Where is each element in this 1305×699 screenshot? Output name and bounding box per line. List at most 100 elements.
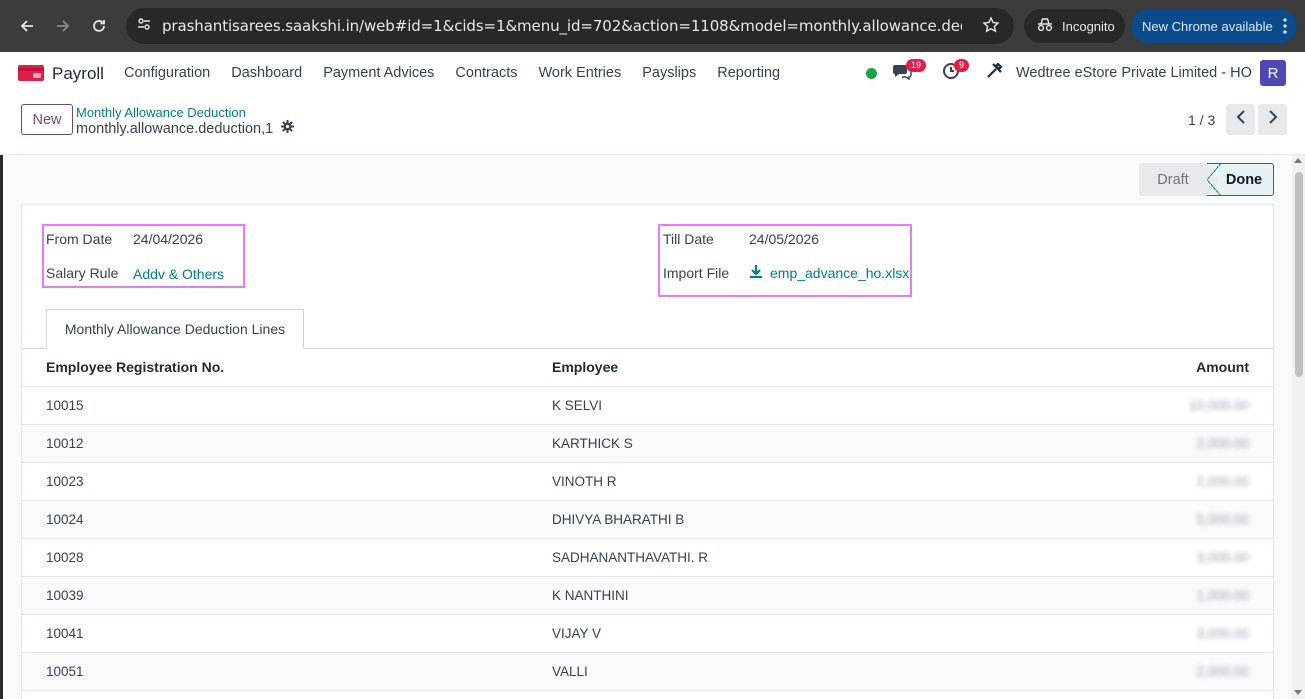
employee-cell: K SELVI xyxy=(552,398,603,413)
messaging-menu[interactable] xyxy=(892,52,912,94)
presence-status xyxy=(866,52,877,94)
address-bar[interactable]: prashantisarees.saakshi.in/web#id=1&cids… xyxy=(126,8,1014,44)
chevron-left-icon xyxy=(1236,110,1246,129)
payroll-app-icon[interactable] xyxy=(18,65,44,81)
table-row[interactable]: 10051 VALLI 2,000.00 xyxy=(22,653,1273,691)
url-text[interactable]: prashantisarees.saakshi.in/web#id=1&cids… xyxy=(162,17,962,35)
amount-cell: 2,000.00 xyxy=(1196,664,1249,679)
incognito-label: Incognito xyxy=(1062,18,1115,34)
till-date-field[interactable]: 24/05/2026 xyxy=(749,231,819,247)
reg-no-cell: 10024 xyxy=(46,512,84,527)
reg-no-cell: 10023 xyxy=(46,474,84,489)
debug-tools[interactable] xyxy=(986,52,1003,94)
scroll-down-icon[interactable] xyxy=(1294,690,1302,695)
company-switcher[interactable]: Wedtree eStore Private Limited - HO xyxy=(1016,65,1252,81)
download-icon[interactable] xyxy=(749,264,763,284)
reg-no-cell: 10012 xyxy=(46,436,84,451)
activity-menu[interactable] xyxy=(942,52,960,94)
salary-rule-link[interactable]: Addv & Others xyxy=(133,266,224,282)
back-icon[interactable] xyxy=(12,11,42,41)
menu-dashboard[interactable]: Dashboard xyxy=(231,65,302,81)
menu-payslips[interactable]: Payslips xyxy=(642,65,696,81)
pager-previous-button[interactable] xyxy=(1226,104,1255,135)
tab-allowance-lines[interactable]: Monthly Allowance Deduction Lines xyxy=(46,309,304,349)
reg-no-cell: 10039 xyxy=(46,588,84,603)
app-name[interactable]: Payroll xyxy=(52,64,104,84)
scrollbar-thumb[interactable] xyxy=(1295,172,1303,377)
employee-cell: VINOTH R xyxy=(552,474,617,489)
employee-cell: SADHANANTHAVATHI. R xyxy=(552,550,709,565)
amount-cell: 5,000.00 xyxy=(1196,512,1249,527)
forward-icon[interactable] xyxy=(48,11,78,41)
from-date-field[interactable]: 24/04/2026 xyxy=(133,231,203,247)
menu-work-entries[interactable]: Work Entries xyxy=(538,65,621,81)
employee-cell: VIJAY V xyxy=(552,626,602,641)
status-bar: Draft Done xyxy=(1139,163,1274,197)
amount-cell: 2,000.00 xyxy=(1196,436,1249,451)
menu-configuration[interactable]: Configuration xyxy=(124,65,210,81)
table-row[interactable]: 10023 VINOTH R 2,000.00 xyxy=(22,463,1273,501)
tools-icon[interactable] xyxy=(986,62,1003,84)
gear-icon[interactable] xyxy=(281,120,295,137)
bookmark-star-icon[interactable] xyxy=(982,16,1000,39)
browser-toolbar: prashantisarees.saakshi.in/web#id=1&cids… xyxy=(0,0,1305,52)
new-button[interactable]: New xyxy=(21,104,73,135)
employee-cell: KARTHICK S xyxy=(552,436,633,451)
pager-next-button[interactable] xyxy=(1258,104,1287,135)
tab-label: Monthly Allowance Deduction Lines xyxy=(64,321,286,337)
status-done[interactable]: Done xyxy=(1206,163,1274,197)
more-menu-icon[interactable] xyxy=(1283,18,1287,37)
till-date-label: Till Date xyxy=(663,231,714,247)
from-date-label: From Date xyxy=(46,231,113,247)
window-edge xyxy=(0,155,3,699)
amount-cell: 3,000.00 xyxy=(1196,550,1249,565)
breadcrumb-current: monthly.allowance.deduction,1 xyxy=(76,120,295,137)
table-row[interactable]: 10039 K NANTHINI 1,000.00 xyxy=(22,577,1273,615)
chrome-update-button[interactable]: New Chrome available xyxy=(1131,9,1297,43)
activities-count-badge: 9 xyxy=(954,59,970,72)
control-panel: New Monthly Allowance Deduction monthly.… xyxy=(0,94,1305,155)
menu-reporting[interactable]: Reporting xyxy=(717,65,780,81)
amount-cell: 2,000.00 xyxy=(1196,474,1249,489)
table-row[interactable]: 10024 DHIVYA BHARATHI B 5,000.00 xyxy=(22,501,1273,539)
chevron-right-icon xyxy=(1268,110,1278,129)
import-file-label: Import File xyxy=(663,265,730,281)
user-avatar[interactable]: R xyxy=(1260,60,1286,86)
record-name: monthly.allowance.deduction,1 xyxy=(76,120,274,137)
table-row[interactable]: 10041 VIJAY V 3,000.00 xyxy=(22,615,1273,653)
amount-cell: 1,000.00 xyxy=(1196,588,1249,603)
amount-cell: 3,000.00 xyxy=(1196,626,1249,641)
incognito-icon xyxy=(1036,17,1054,35)
reg-no-cell: 10015 xyxy=(46,398,84,413)
status-draft[interactable]: Draft xyxy=(1139,163,1207,196)
scroll-up-icon[interactable] xyxy=(1294,158,1302,163)
table-row[interactable]: 10012 KARTHICK S 2,000.00 xyxy=(22,425,1273,463)
reg-no-cell: 10028 xyxy=(46,550,84,565)
form-view: Draft Done From Date 24/04/2026 Salary R… xyxy=(0,155,1292,699)
menu-payment-advices[interactable]: Payment Advices xyxy=(323,65,434,81)
reg-no-cell: 10051 xyxy=(46,664,84,679)
employee-cell: K NANTHINI xyxy=(552,588,629,603)
column-amount[interactable]: Amount xyxy=(1196,359,1249,375)
reg-no-cell: 10041 xyxy=(46,626,84,641)
incognito-indicator[interactable]: Incognito xyxy=(1024,9,1125,43)
site-settings-icon[interactable] xyxy=(136,16,152,37)
table-row[interactable]: 10028 SADHANANTHAVATHI. R 3,000.00 xyxy=(22,539,1273,577)
employee-cell: DHIVYA BHARATHI B xyxy=(552,512,685,527)
main-menu: Configuration Dashboard Payment Advices … xyxy=(124,65,801,81)
form-sheet: From Date 24/04/2026 Salary Rule Addv & … xyxy=(21,204,1274,699)
breadcrumb-parent[interactable]: Monthly Allowance Deduction xyxy=(76,105,246,120)
reload-icon[interactable] xyxy=(84,11,114,41)
app-navbar: Payroll Configuration Dashboard Payment … xyxy=(0,52,1305,94)
employee-cell: VALLI xyxy=(552,664,588,679)
table-header: Employee Registration No. Employee Amoun… xyxy=(22,349,1273,387)
column-reg-no[interactable]: Employee Registration No. xyxy=(46,359,224,375)
messages-count-badge: 19 xyxy=(906,59,927,72)
update-label: New Chrome available xyxy=(1142,18,1273,34)
table-row[interactable]: 10015 K SELVI 10,000.00 xyxy=(22,387,1273,425)
online-status-icon xyxy=(866,67,877,79)
import-file-link[interactable]: emp_advance_ho.xlsx xyxy=(770,265,909,281)
column-employee[interactable]: Employee xyxy=(552,359,618,375)
menu-contracts[interactable]: Contracts xyxy=(455,65,517,81)
pager-value[interactable]: 1 / 3 xyxy=(1188,112,1215,128)
